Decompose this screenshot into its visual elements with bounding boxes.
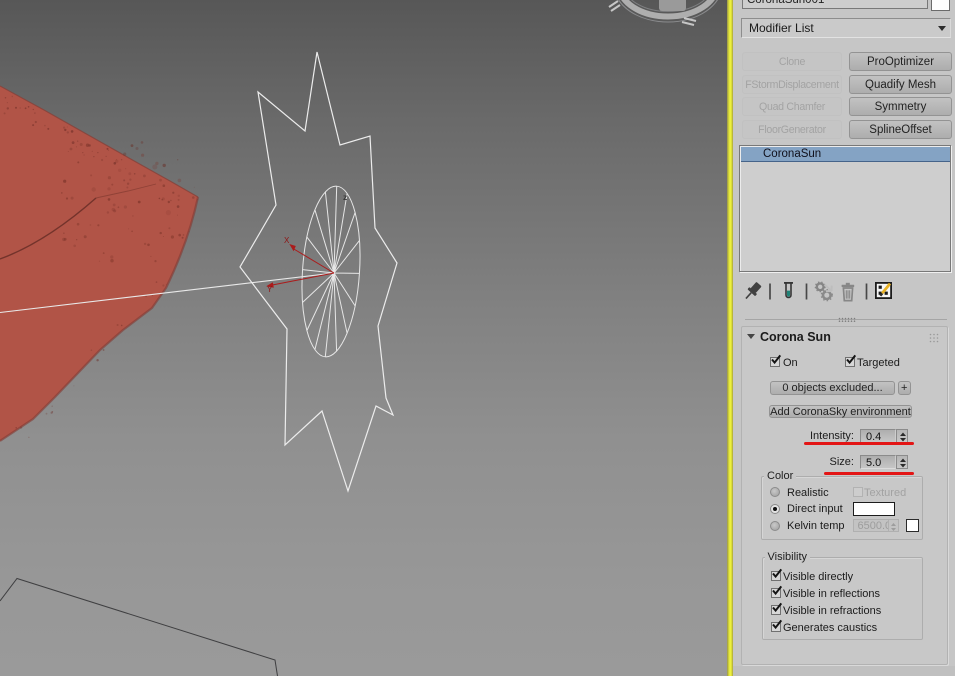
svg-text:Y: Y	[267, 285, 273, 294]
svg-text:z: z	[343, 192, 347, 202]
svg-text:X: X	[284, 236, 290, 245]
